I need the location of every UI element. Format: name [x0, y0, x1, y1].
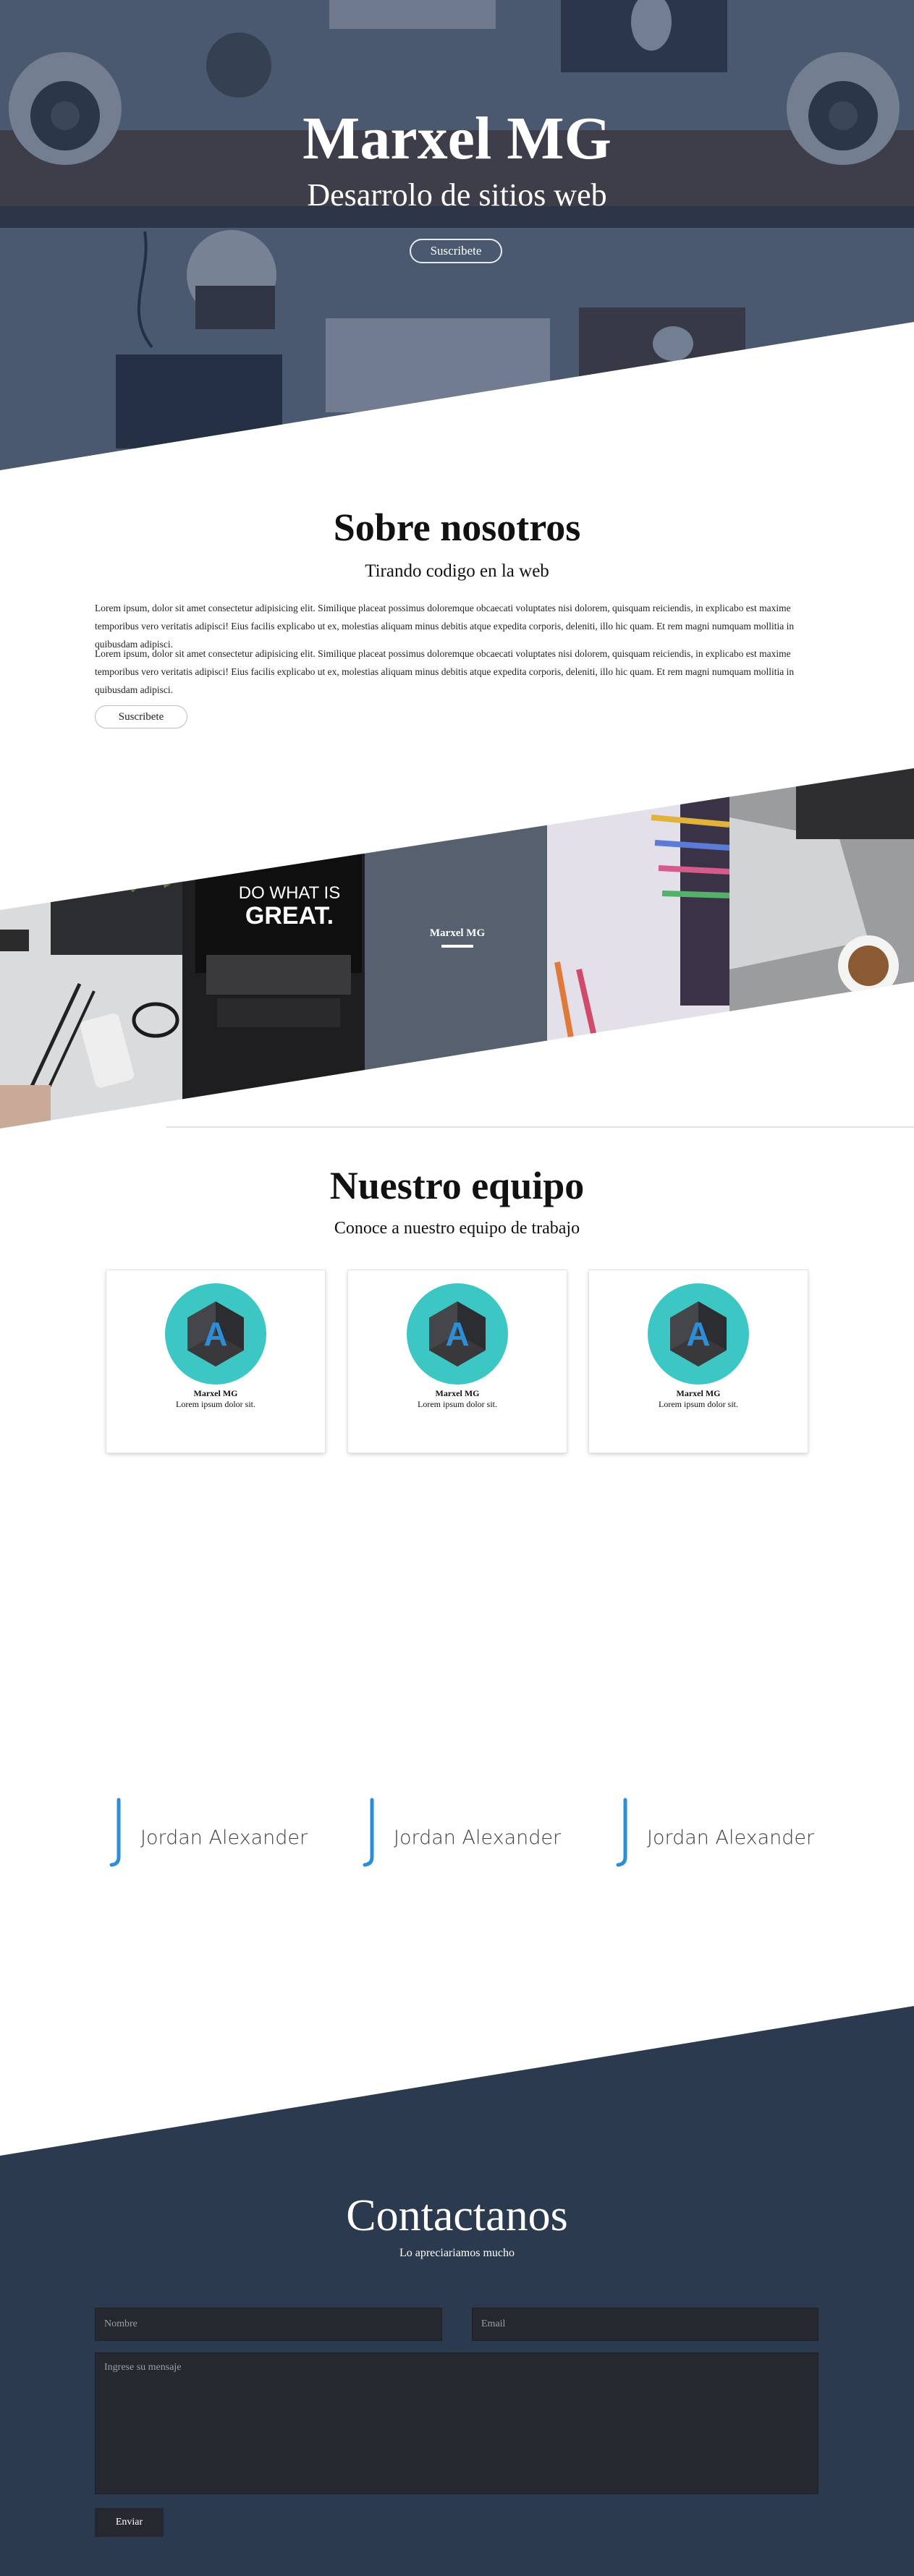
- hexagon-a-logo-icon: A: [407, 1283, 508, 1385]
- svg-text:A: A: [686, 1315, 710, 1353]
- team-title: Nuestro equipo: [329, 1164, 585, 1207]
- gallery-overlay-panel: [365, 768, 547, 1128]
- hexagon-a-logo-icon: A: [648, 1283, 749, 1385]
- team-card: A Marxel MG Lorem ipsum dolor sit.: [348, 1270, 567, 1453]
- testimonial-item: Jordan Alexander: [362, 1798, 579, 1867]
- team-member-name: Marxel MG: [676, 1388, 721, 1398]
- about-paragraph-2: Lorem ipsum, dolor sit amet consectetur …: [95, 648, 795, 695]
- gallery-image-desk-plant: [0, 768, 190, 1128]
- gallery-image-monitor-poster: DO WHAT IS GREAT.: [182, 768, 365, 1128]
- gallery-divider: [166, 1126, 914, 1128]
- hero-subtitle: Desarrolo de sitios web: [307, 177, 607, 213]
- bracket-quote-icon: [616, 1798, 627, 1867]
- team-member-description: Lorem ipsum dolor sit.: [418, 1399, 497, 1409]
- testimonial-name: Jordan Alexander: [394, 1827, 562, 1849]
- hero-subscribe-button[interactable]: Suscribete: [410, 239, 502, 263]
- bracket-quote-icon: [109, 1798, 121, 1867]
- svg-text:A: A: [445, 1315, 469, 1353]
- team-card: A Marxel MG Lorem ipsum dolor sit.: [589, 1270, 808, 1453]
- message-field[interactable]: [95, 2352, 818, 2494]
- svg-text:A: A: [203, 1315, 227, 1353]
- hero-background: [0, 0, 914, 470]
- hero-section: Marxel MG Desarrolo de sitios web Suscri…: [0, 0, 914, 470]
- contact-title: Contactanos: [346, 2191, 568, 2240]
- gallery-section: DO WHAT IS GREAT. Marxel MG: [0, 767, 914, 1136]
- contact-subtitle: Lo apreciariamos mucho: [399, 2247, 515, 2259]
- gallery-image-laptop-coffee: [729, 768, 914, 1128]
- team-member-description: Lorem ipsum dolor sit.: [659, 1399, 738, 1409]
- hero-title: Marxel MG: [302, 105, 612, 172]
- testimonial-item: Jordan Alexander: [615, 1798, 832, 1867]
- hexagon-a-logo-icon: A: [165, 1283, 266, 1385]
- team-member-name: Marxel MG: [435, 1388, 480, 1398]
- testimonial-item: Jordan Alexander: [109, 1798, 326, 1867]
- about-subscribe-button[interactable]: Suscribete: [95, 705, 187, 728]
- team-member-name: Marxel MG: [193, 1388, 238, 1398]
- bracket-quote-icon: [363, 1798, 374, 1867]
- testimonial-name: Jordan Alexander: [647, 1827, 815, 1849]
- gallery-overlay-underline: [441, 945, 473, 948]
- gallery-strip: DO WHAT IS GREAT.: [0, 768, 914, 1128]
- about-title: Sobre nosotros: [333, 506, 581, 549]
- email-field[interactable]: [472, 2308, 818, 2341]
- send-button[interactable]: Enviar: [95, 2508, 164, 2537]
- gallery-image-pencils: [547, 768, 730, 1128]
- team-subtitle: Conoce a nuestro equipo de trabajo: [334, 1219, 580, 1238]
- gallery-overlay-label: Marxel MG: [429, 927, 486, 939]
- team-card: A Marxel MG Lorem ipsum dolor sit.: [106, 1270, 325, 1453]
- poster-line-2: GREAT.: [245, 902, 334, 930]
- team-member-description: Lorem ipsum dolor sit.: [176, 1399, 255, 1409]
- name-field[interactable]: [95, 2308, 442, 2341]
- about-subtitle: Tirando codigo en la web: [365, 561, 549, 581]
- testimonial-name: Jordan Alexander: [140, 1827, 308, 1849]
- poster-line-1: DO WHAT IS: [239, 883, 340, 903]
